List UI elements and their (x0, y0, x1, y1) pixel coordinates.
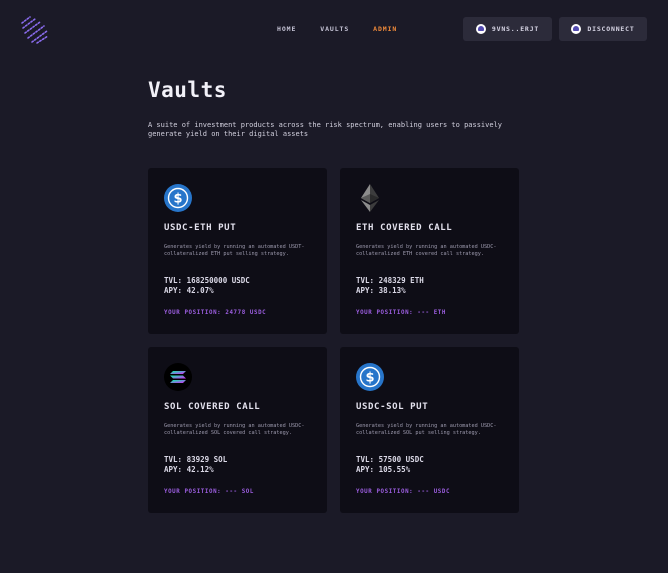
vault-tvl: TVL: 83929 SOL (164, 455, 228, 464)
page: HOME VAULTS ADMIN 9VNS..ERJT DISCONNECT … (0, 0, 668, 573)
vault-description: Generates yield by running an automated … (164, 244, 305, 258)
main-nav: HOME VAULTS ADMIN (277, 25, 397, 33)
vault-card-usdc-sol-put[interactable]: $ USDC-SOL PUT Generates yield by runnin… (340, 347, 519, 513)
nav-vaults[interactable]: VAULTS (320, 25, 349, 33)
vault-stats: TVL: 83929 SOL APY: 42.12% (164, 455, 227, 474)
vault-card-eth-covered-call[interactable]: ETH COVERED CALL Generates yield by runn… (340, 168, 519, 334)
phantom-wallet-icon (571, 24, 582, 34)
vault-tvl: TVL: 57500 USDC (356, 455, 424, 464)
page-subtitle: A suite of investment products across th… (148, 121, 503, 138)
vault-apy: APY: 38.13% (356, 285, 406, 295)
wallet-button[interactable]: 9VNS..ERJT (463, 17, 552, 41)
logo-icon[interactable] (20, 15, 50, 45)
vault-name: SOL COVERED CALL (164, 402, 261, 412)
vault-apy: APY: 105.55% (356, 464, 411, 474)
vault-description: Generates yield by running an automated … (356, 244, 497, 258)
vault-card-sol-covered-call[interactable]: SOL COVERED CALL Generates yield by runn… (148, 347, 327, 513)
disconnect-button[interactable]: DISCONNECT (559, 17, 647, 41)
vault-apy: APY: 42.12% (164, 464, 214, 474)
svg-text:$: $ (365, 371, 374, 386)
sol-icon (164, 363, 192, 391)
vault-name: USDC-ETH PUT (164, 223, 237, 233)
vault-tvl: TVL: 248329 ETH (356, 276, 424, 285)
phantom-wallet-icon (475, 24, 486, 34)
vault-stats: TVL: 248329 ETH APY: 38.13% (356, 276, 424, 295)
vault-stats: TVL: 168250000 USDC APY: 42.07% (164, 276, 250, 295)
page-title: Vaults (148, 78, 227, 102)
nav-admin[interactable]: ADMIN (373, 25, 397, 33)
vault-name: USDC-SOL PUT (356, 402, 429, 412)
svg-text:$: $ (173, 192, 182, 207)
vault-name: ETH COVERED CALL (356, 223, 453, 233)
vault-position: YOUR POSITION: --- SOL (164, 489, 254, 495)
vault-position: YOUR POSITION: --- ETH (356, 310, 446, 316)
usdc-icon: $ (164, 184, 192, 212)
vault-stats: TVL: 57500 USDC APY: 105.55% (356, 455, 424, 474)
vault-description: Generates yield by running an automated … (164, 423, 305, 437)
vault-position: YOUR POSITION: 24778 USDC (164, 310, 267, 316)
vault-card-usdc-eth-put[interactable]: $ USDC-ETH PUT Generates yield by runnin… (148, 168, 327, 334)
vault-tvl: TVL: 168250000 USDC (164, 276, 250, 285)
nav-home[interactable]: HOME (277, 25, 296, 33)
vault-position: YOUR POSITION: --- USDC (356, 489, 451, 495)
vault-apy: APY: 42.07% (164, 285, 214, 295)
wallet-address: 9VNS..ERJT (491, 25, 540, 33)
disconnect-label: DISCONNECT (587, 25, 635, 33)
usdc-icon: $ (356, 363, 384, 391)
vault-description: Generates yield by running an automated … (356, 423, 497, 437)
eth-icon (361, 184, 379, 212)
